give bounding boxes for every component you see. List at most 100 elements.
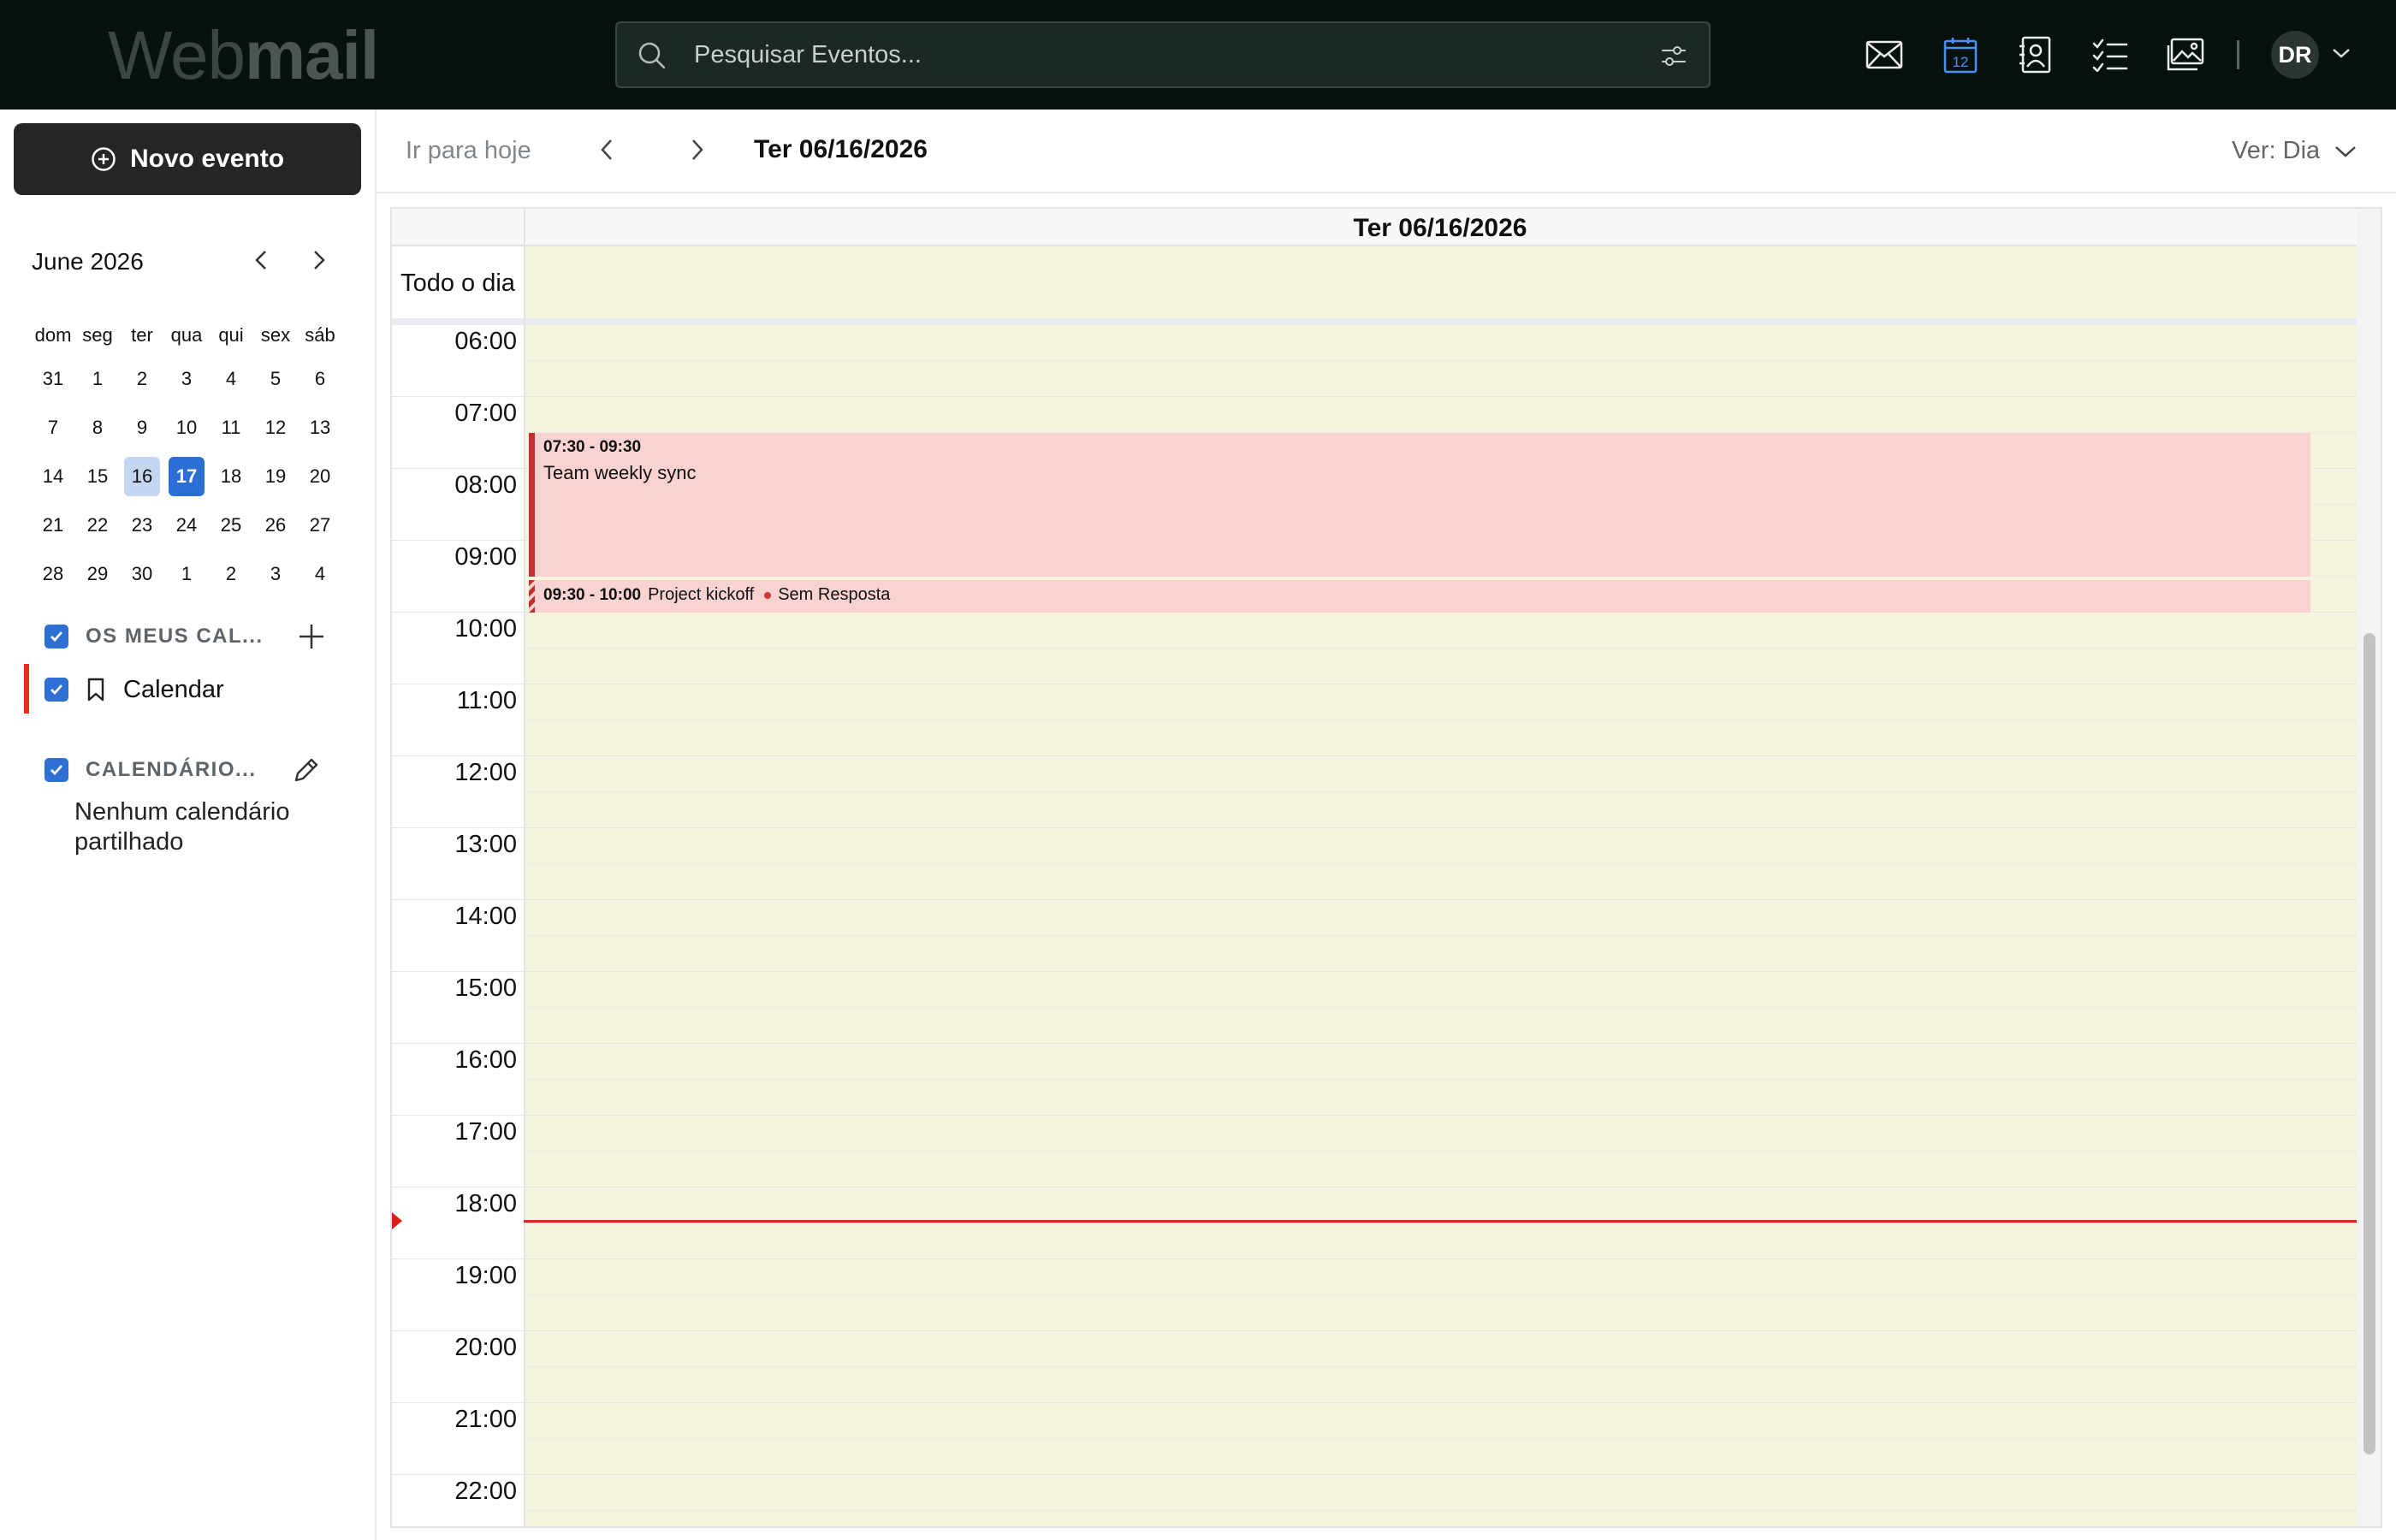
hour-row: 14:00 [392, 900, 2381, 972]
mini-calendar-day[interactable]: 4 [209, 354, 253, 403]
mini-calendar-day[interactable]: 8 [75, 403, 120, 452]
hour-label: 12:00 [392, 756, 524, 827]
view-selector[interactable]: Ver: Dia [2232, 137, 2357, 165]
mini-calendar-day[interactable]: 5 [253, 354, 298, 403]
mini-calendar-day-number: 18 [220, 465, 242, 487]
mini-calendar-day[interactable]: 20 [298, 452, 342, 500]
hour-label: 15:00 [392, 972, 524, 1043]
mini-calendar-day[interactable]: 2 [120, 354, 164, 403]
pencil-edit-icon[interactable] [293, 756, 320, 784]
mini-calendar-day-number: 16 [124, 456, 160, 496]
half-hour-line [392, 1007, 2357, 1008]
mini-calendar-day[interactable]: 1 [75, 354, 120, 403]
mini-calendar-day[interactable]: 28 [31, 549, 75, 598]
mini-calendar-day[interactable]: 13 [298, 403, 342, 452]
hour-row: 22:00 [392, 1475, 2381, 1526]
mini-calendar-day-number: 5 [270, 367, 282, 389]
mini-calendar-day[interactable]: 6 [298, 354, 342, 403]
mini-calendar-day[interactable]: 4 [298, 549, 342, 598]
mini-calendar-day[interactable]: 18 [209, 452, 253, 500]
hour-slot[interactable] [524, 1475, 2357, 1526]
mini-calendar-day[interactable]: 17 [164, 452, 209, 500]
calendar-app-button[interactable]: 12 [1938, 33, 1983, 77]
mini-calendar-day-number: 1 [181, 562, 193, 584]
mini-calendar-day-number: 2 [225, 562, 237, 584]
mini-calendar-day[interactable]: 1 [164, 549, 209, 598]
chevron-down-icon[interactable] [2331, 44, 2352, 62]
chevron-right-icon[interactable] [306, 246, 330, 274]
mini-calendar-day[interactable]: 2 [209, 549, 253, 598]
day-column-header[interactable]: Ter 06/16/2026 [524, 209, 2357, 246]
mini-calendar-day[interactable]: 30 [120, 549, 164, 598]
event-team-weekly-sync[interactable]: 07:30 - 09:30 Team weekly sync [529, 433, 2310, 577]
filter-sliders-icon[interactable] [1661, 44, 1687, 69]
previous-day-chevron-icon[interactable] [596, 135, 620, 164]
mini-calendar-day[interactable]: 25 [209, 500, 253, 549]
mini-calendar-day[interactable]: 3 [253, 549, 298, 598]
mini-calendar-day[interactable]: 7 [31, 403, 75, 452]
calendar-item[interactable]: Calendar [44, 676, 224, 703]
user-avatar[interactable]: DR [2271, 31, 2319, 79]
hour-label: 14:00 [392, 900, 524, 971]
calendar-item-label: Calendar [123, 675, 224, 703]
app-logo[interactable]: Webmail [108, 17, 379, 94]
weekday-label: qua [170, 324, 203, 346]
hour-label: 20:00 [392, 1331, 524, 1402]
mini-calendar-week: 14 15 16 17 18 19 20 [31, 452, 342, 500]
mini-calendar-day-number: 14 [42, 465, 64, 487]
grid-scrollbar-thumb[interactable] [2363, 633, 2375, 1454]
search-input[interactable] [694, 33, 1550, 76]
calendar-item-checkbox[interactable] [44, 678, 68, 702]
next-day-chevron-icon[interactable] [685, 135, 709, 164]
mini-calendar-day-number: 27 [309, 513, 331, 536]
event-project-kickoff[interactable]: 09:30 - 10:00 Project kickoff Sem Respos… [529, 580, 2310, 613]
tasks-app-button[interactable] [2088, 33, 2132, 77]
mini-calendar-day[interactable]: 19 [253, 452, 298, 500]
photos-app-button[interactable] [2163, 33, 2208, 77]
mini-calendar-day-number: 21 [42, 513, 64, 536]
mini-calendar: dom seg ter qua qui sex sáb 31 1 2 3 4 5 6 7 8 9 10 11 12 1… [31, 317, 342, 598]
new-event-button[interactable]: Novo evento [14, 123, 361, 195]
mini-calendar-day-number: 24 [175, 513, 198, 536]
calendar-icon-badge: 12 [1953, 54, 1969, 70]
mini-calendar-day[interactable]: 23 [120, 500, 164, 549]
mini-calendar-day[interactable]: 16 [120, 452, 164, 500]
mini-calendar-day[interactable]: 21 [31, 500, 75, 549]
mini-calendar-day[interactable]: 10 [164, 403, 209, 452]
mini-calendar-day[interactable]: 11 [209, 403, 253, 452]
mini-calendar-day[interactable]: 27 [298, 500, 342, 549]
mini-calendar-day[interactable]: 24 [164, 500, 209, 549]
mini-calendar-day-number: 26 [264, 513, 287, 536]
mini-calendar-day[interactable]: 29 [75, 549, 120, 598]
all-day-cell[interactable] [524, 246, 2357, 318]
mini-calendar-day[interactable]: 3 [164, 354, 209, 403]
plus-circle-icon [91, 146, 116, 172]
hour-row: 20:00 [392, 1331, 2381, 1403]
mini-calendar-day[interactable]: 15 [75, 452, 120, 500]
add-calendar-plus-icon[interactable] [298, 623, 325, 650]
shared-calendars-checkbox[interactable] [44, 758, 68, 782]
go-to-today-button[interactable]: Ir para hoje [406, 137, 531, 165]
hour-row: 19:00 [392, 1259, 2381, 1331]
hour-label: 17:00 [392, 1116, 524, 1187]
hour-label: 11:00 [392, 684, 524, 755]
mini-calendar-day[interactable]: 31 [31, 354, 75, 403]
chevron-left-icon[interactable] [250, 246, 274, 274]
contacts-app-button[interactable] [2013, 33, 2057, 77]
weekday-label: seg [82, 324, 113, 346]
mini-calendar-day-number: 3 [270, 562, 282, 584]
mini-calendar-day[interactable]: 26 [253, 500, 298, 549]
mini-calendar-day[interactable]: 14 [31, 452, 75, 500]
my-calendars-checkbox[interactable] [44, 625, 68, 649]
mail-app-button[interactable] [1862, 33, 1907, 77]
mini-calendar-day[interactable]: 9 [120, 403, 164, 452]
event-time: 07:30 - 09:30 [543, 438, 642, 456]
hour-row: 15:00 [392, 972, 2381, 1044]
event-time: 09:30 - 10:00 [543, 585, 642, 604]
hour-row: 11:00 [392, 684, 2381, 756]
mini-calendar-day[interactable]: 22 [75, 500, 120, 549]
half-hour-line [392, 1079, 2357, 1080]
hour-row: 06:00 [392, 325, 2381, 397]
mini-calendar-day-number: 20 [309, 465, 331, 487]
mini-calendar-day[interactable]: 12 [253, 403, 298, 452]
